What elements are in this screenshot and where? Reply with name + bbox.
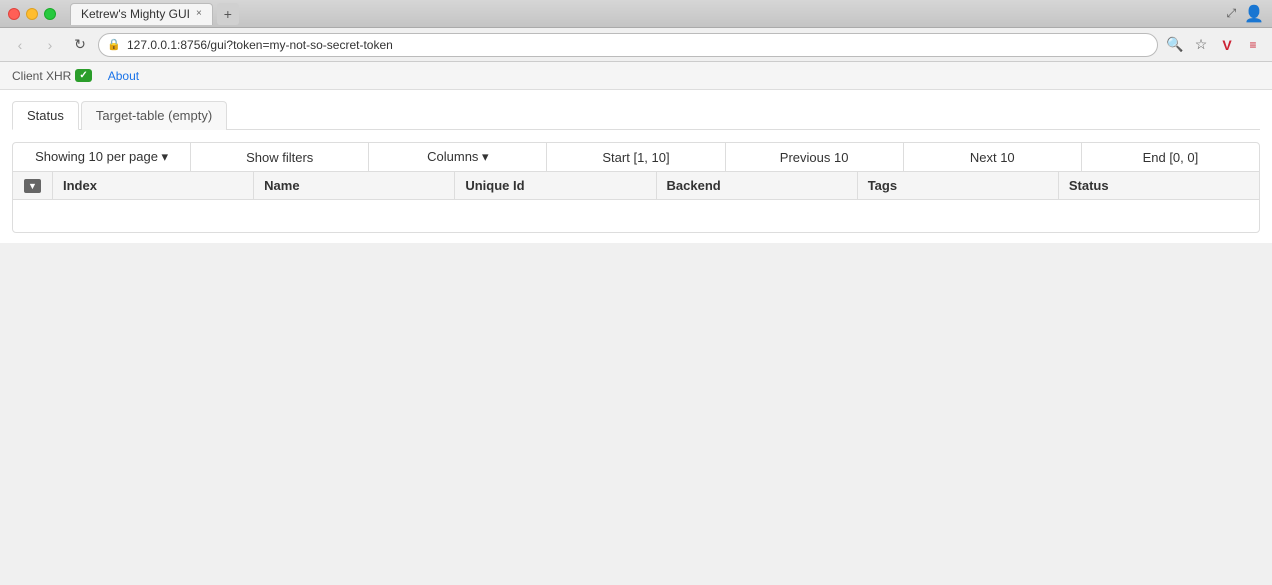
show-filters-label: Show filters [246, 150, 313, 165]
lock-icon: 🔒 [107, 38, 121, 51]
client-xhr-bookmark: Client XHR ✓ [12, 69, 92, 83]
tab-status-label: Status [27, 108, 64, 123]
close-button[interactable] [8, 8, 20, 20]
th-status: Status [1059, 172, 1259, 199]
next-button[interactable]: Next 10 [904, 143, 1082, 171]
back-button[interactable]: ‹ [8, 33, 32, 57]
main-content: Status Target-table (empty) Showing 10 p… [0, 90, 1272, 243]
tab-status[interactable]: Status [12, 101, 79, 130]
tab-target-table[interactable]: Target-table (empty) [81, 101, 227, 130]
th-tags: Tags [858, 172, 1059, 199]
per-page-label: Showing 10 per page ▾ [35, 149, 168, 165]
client-xhr-badge: ✓ [75, 69, 91, 82]
columns-label: Columns ▾ [427, 149, 488, 165]
end-label: End [0, 0] [1143, 150, 1199, 165]
bookmark-star-icon[interactable]: ☆ [1190, 34, 1212, 56]
about-link[interactable]: About [108, 69, 139, 83]
per-page-selector[interactable]: Showing 10 per page ▾ [13, 143, 191, 171]
th-backend: Backend [657, 172, 858, 199]
toolbar-row: Showing 10 per page ▾ Show filters Colum… [13, 143, 1259, 172]
nav-icons-right: 🔍 ☆ V ≡ [1164, 34, 1264, 56]
browser-tab-close[interactable]: × [196, 9, 202, 19]
th-status-label: Status [1069, 178, 1109, 193]
tab-target-table-label: Target-table (empty) [96, 108, 212, 123]
address-text: 127.0.0.1:8756/gui?token=my-not-so-secre… [127, 38, 393, 52]
end-button[interactable]: End [0, 0] [1082, 143, 1259, 171]
th-index: Index [53, 172, 254, 199]
th-tags-label: Tags [868, 178, 897, 193]
forward-button[interactable]: › [38, 33, 62, 57]
titlebar: Ketrew's Mighty GUI × + ⤢ 👤 [0, 0, 1272, 28]
columns-selector[interactable]: Columns ▾ [369, 143, 547, 171]
data-table-container: Showing 10 per page ▾ Show filters Colum… [12, 142, 1260, 233]
th-index-label: Index [63, 178, 97, 193]
browser-tab[interactable]: Ketrew's Mighty GUI × [70, 3, 213, 25]
select-all-checkbox[interactable]: ▼ [13, 172, 53, 199]
th-unique-id: Unique Id [455, 172, 656, 199]
browser-tab-title: Ketrew's Mighty GUI [81, 7, 190, 21]
client-xhr-label: Client XHR [12, 69, 71, 83]
th-name-label: Name [264, 178, 299, 193]
refresh-button[interactable]: ↻ [68, 33, 92, 57]
navbar: ‹ › ↻ 🔒 127.0.0.1:8756/gui?token=my-not-… [0, 28, 1272, 62]
search-icon[interactable]: 🔍 [1164, 34, 1186, 56]
user-avatar-icon: 👤 [1244, 4, 1264, 24]
sort-icon[interactable]: ▼ [24, 179, 41, 193]
start-label: Start [1, 10] [602, 150, 669, 165]
previous-button[interactable]: Previous 10 [726, 143, 904, 171]
th-unique-id-label: Unique Id [465, 178, 524, 193]
traffic-lights [8, 8, 56, 20]
browser-tab-bar: Ketrew's Mighty GUI × + [70, 3, 1220, 25]
show-filters-button[interactable]: Show filters [191, 143, 369, 171]
maximize-button[interactable] [44, 8, 56, 20]
th-name: Name [254, 172, 455, 199]
vip-icon[interactable]: V [1216, 34, 1238, 56]
table-header: ▼ Index Name Unique Id Backend Tags Stat… [13, 172, 1259, 200]
start-button[interactable]: Start [1, 10] [547, 143, 725, 171]
th-backend-label: Backend [667, 178, 721, 193]
window-controls: ⤢ 👤 [1226, 4, 1264, 24]
previous-label: Previous 10 [780, 150, 849, 165]
address-bar[interactable]: 🔒 127.0.0.1:8756/gui?token=my-not-so-sec… [98, 33, 1158, 57]
fullscreen-icon[interactable]: ⤢ [1226, 6, 1236, 21]
bookmarks-bar: Client XHR ✓ About [0, 62, 1272, 90]
tab-navigation: Status Target-table (empty) [12, 100, 1260, 130]
minimize-button[interactable] [26, 8, 38, 20]
new-tab-button[interactable]: + [217, 3, 239, 25]
next-label: Next 10 [970, 150, 1015, 165]
menu-icon[interactable]: ≡ [1242, 34, 1264, 56]
table-body-empty [13, 200, 1259, 232]
